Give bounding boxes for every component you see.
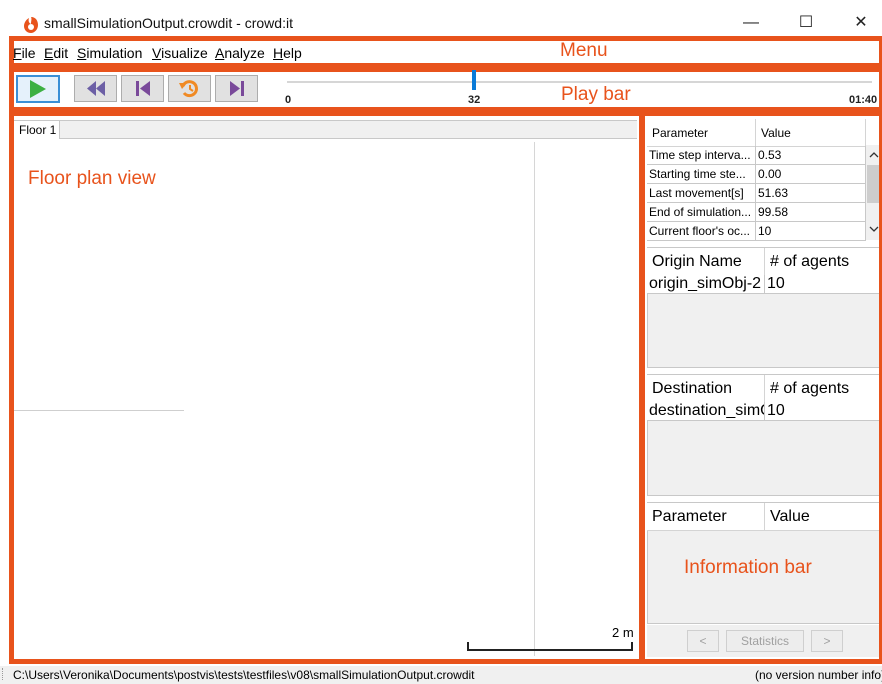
play-button[interactable]	[16, 75, 60, 103]
status-file-path: C:\Users\Veronika\Documents\postvis\test…	[13, 668, 475, 682]
timeline-current-label: 32	[468, 94, 481, 106]
maximize-button[interactable]: ☐	[791, 12, 821, 34]
menu-annotation-label: Menu	[560, 40, 608, 61]
menu-file[interactable]: File	[13, 45, 36, 61]
replay-button[interactable]	[168, 75, 211, 102]
infobar-annotation-box	[640, 111, 882, 664]
resize-grip[interactable]	[2, 668, 9, 680]
skip-to-start-icon	[136, 81, 150, 96]
app-logo-icon	[24, 17, 38, 33]
timeline-end-label: 01:40	[849, 94, 878, 106]
skip-to-end-icon	[230, 81, 244, 96]
skip-to-start-button[interactable]	[121, 75, 164, 102]
rewind-button[interactable]	[74, 75, 117, 102]
status-bar: C:\Users\Veronika\Documents\postvis\test…	[0, 666, 882, 684]
close-button[interactable]: ✕	[846, 12, 876, 34]
timeline-slider-thumb[interactable]	[472, 70, 476, 90]
status-version-info: (no version number info)	[755, 668, 882, 682]
rewind-icon	[87, 81, 105, 96]
menu-help[interactable]: Help	[273, 45, 302, 61]
menu-simulation[interactable]: Simulation	[77, 45, 142, 61]
window-title: smallSimulationOutput.crowdit - crowd:it	[44, 15, 293, 31]
menu-visualize[interactable]: Visualize	[152, 45, 208, 61]
replay-icon	[179, 80, 198, 98]
skip-to-end-button[interactable]	[215, 75, 258, 102]
menu-edit[interactable]: Edit	[44, 45, 68, 61]
floorplan-annotation-box[interactable]	[9, 111, 644, 664]
playbar-annotation-label: Play bar	[561, 84, 631, 105]
timeline-start-label: 0	[285, 94, 292, 106]
minimize-button[interactable]: —	[736, 12, 766, 34]
timeline-slider-track[interactable]	[287, 81, 872, 83]
menu-analyze[interactable]: Analyze	[215, 45, 265, 61]
play-icon	[30, 80, 46, 98]
